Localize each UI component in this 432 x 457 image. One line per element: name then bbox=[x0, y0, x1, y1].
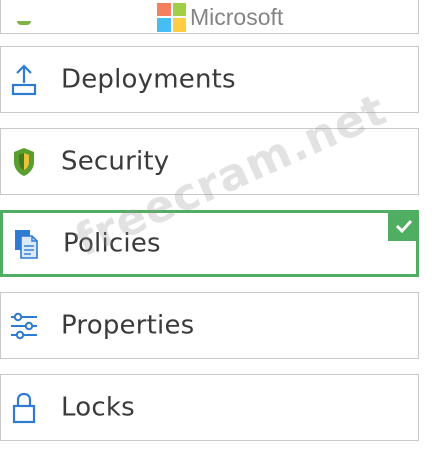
menu-item-deployments[interactable]: Deployments bbox=[0, 46, 419, 113]
resource-menu-screenshot: Microsoft Deployments Security Policies … bbox=[0, 0, 432, 457]
microsoft-logo-icon bbox=[157, 2, 186, 32]
shield-icon bbox=[9, 145, 39, 179]
partial-icon bbox=[17, 21, 31, 25]
menu-item-policies[interactable]: Policies bbox=[0, 210, 419, 277]
menu-item-label: Properties bbox=[61, 309, 195, 340]
checkmark-icon bbox=[388, 210, 419, 241]
lock-icon bbox=[9, 391, 39, 425]
menu-item-label: Locks bbox=[61, 391, 135, 422]
menu-item-label: Deployments bbox=[61, 63, 236, 94]
brand-name: Microsoft bbox=[190, 3, 284, 30]
sliders-icon bbox=[9, 309, 39, 343]
menu-item-label: Policies bbox=[63, 227, 161, 258]
microsoft-brand: Microsoft bbox=[157, 2, 284, 32]
menu-item-locks[interactable]: Locks bbox=[0, 374, 419, 441]
menu-item-security[interactable]: Security bbox=[0, 128, 419, 195]
menu-item-label: Security bbox=[61, 145, 170, 176]
policy-document-icon bbox=[11, 227, 41, 261]
menu-item-properties[interactable]: Properties bbox=[0, 292, 419, 359]
upload-icon bbox=[9, 63, 39, 97]
